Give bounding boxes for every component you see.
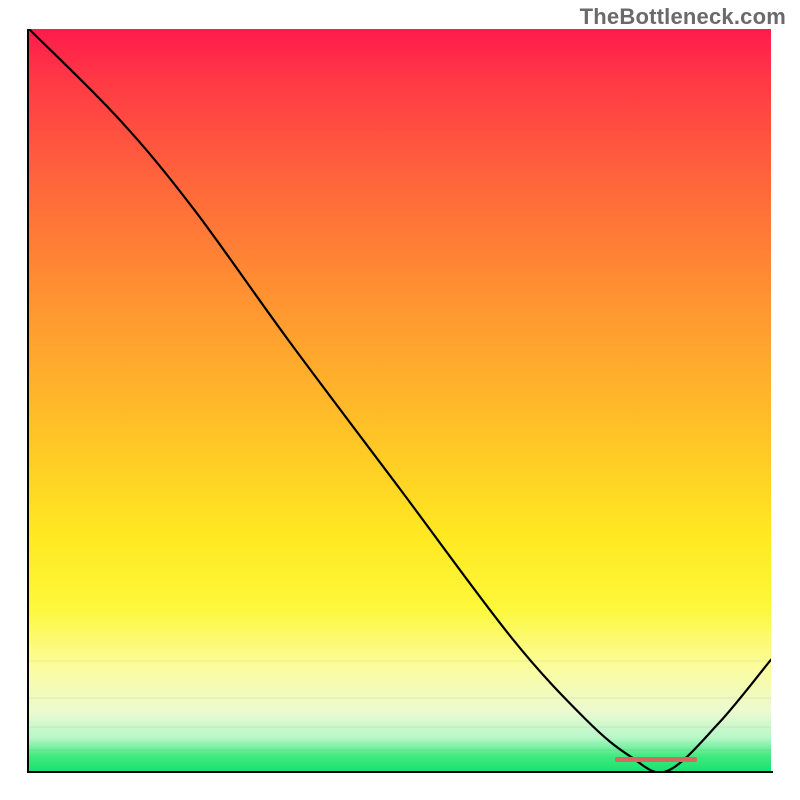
chart-frame: TheBottleneck.com [0,0,800,800]
watermark-text: TheBottleneck.com [580,4,786,30]
y-axis [27,29,29,773]
bottleneck-curve [29,29,771,771]
optimum-marker [615,757,697,762]
plot-area [29,29,771,771]
x-axis [27,771,773,773]
